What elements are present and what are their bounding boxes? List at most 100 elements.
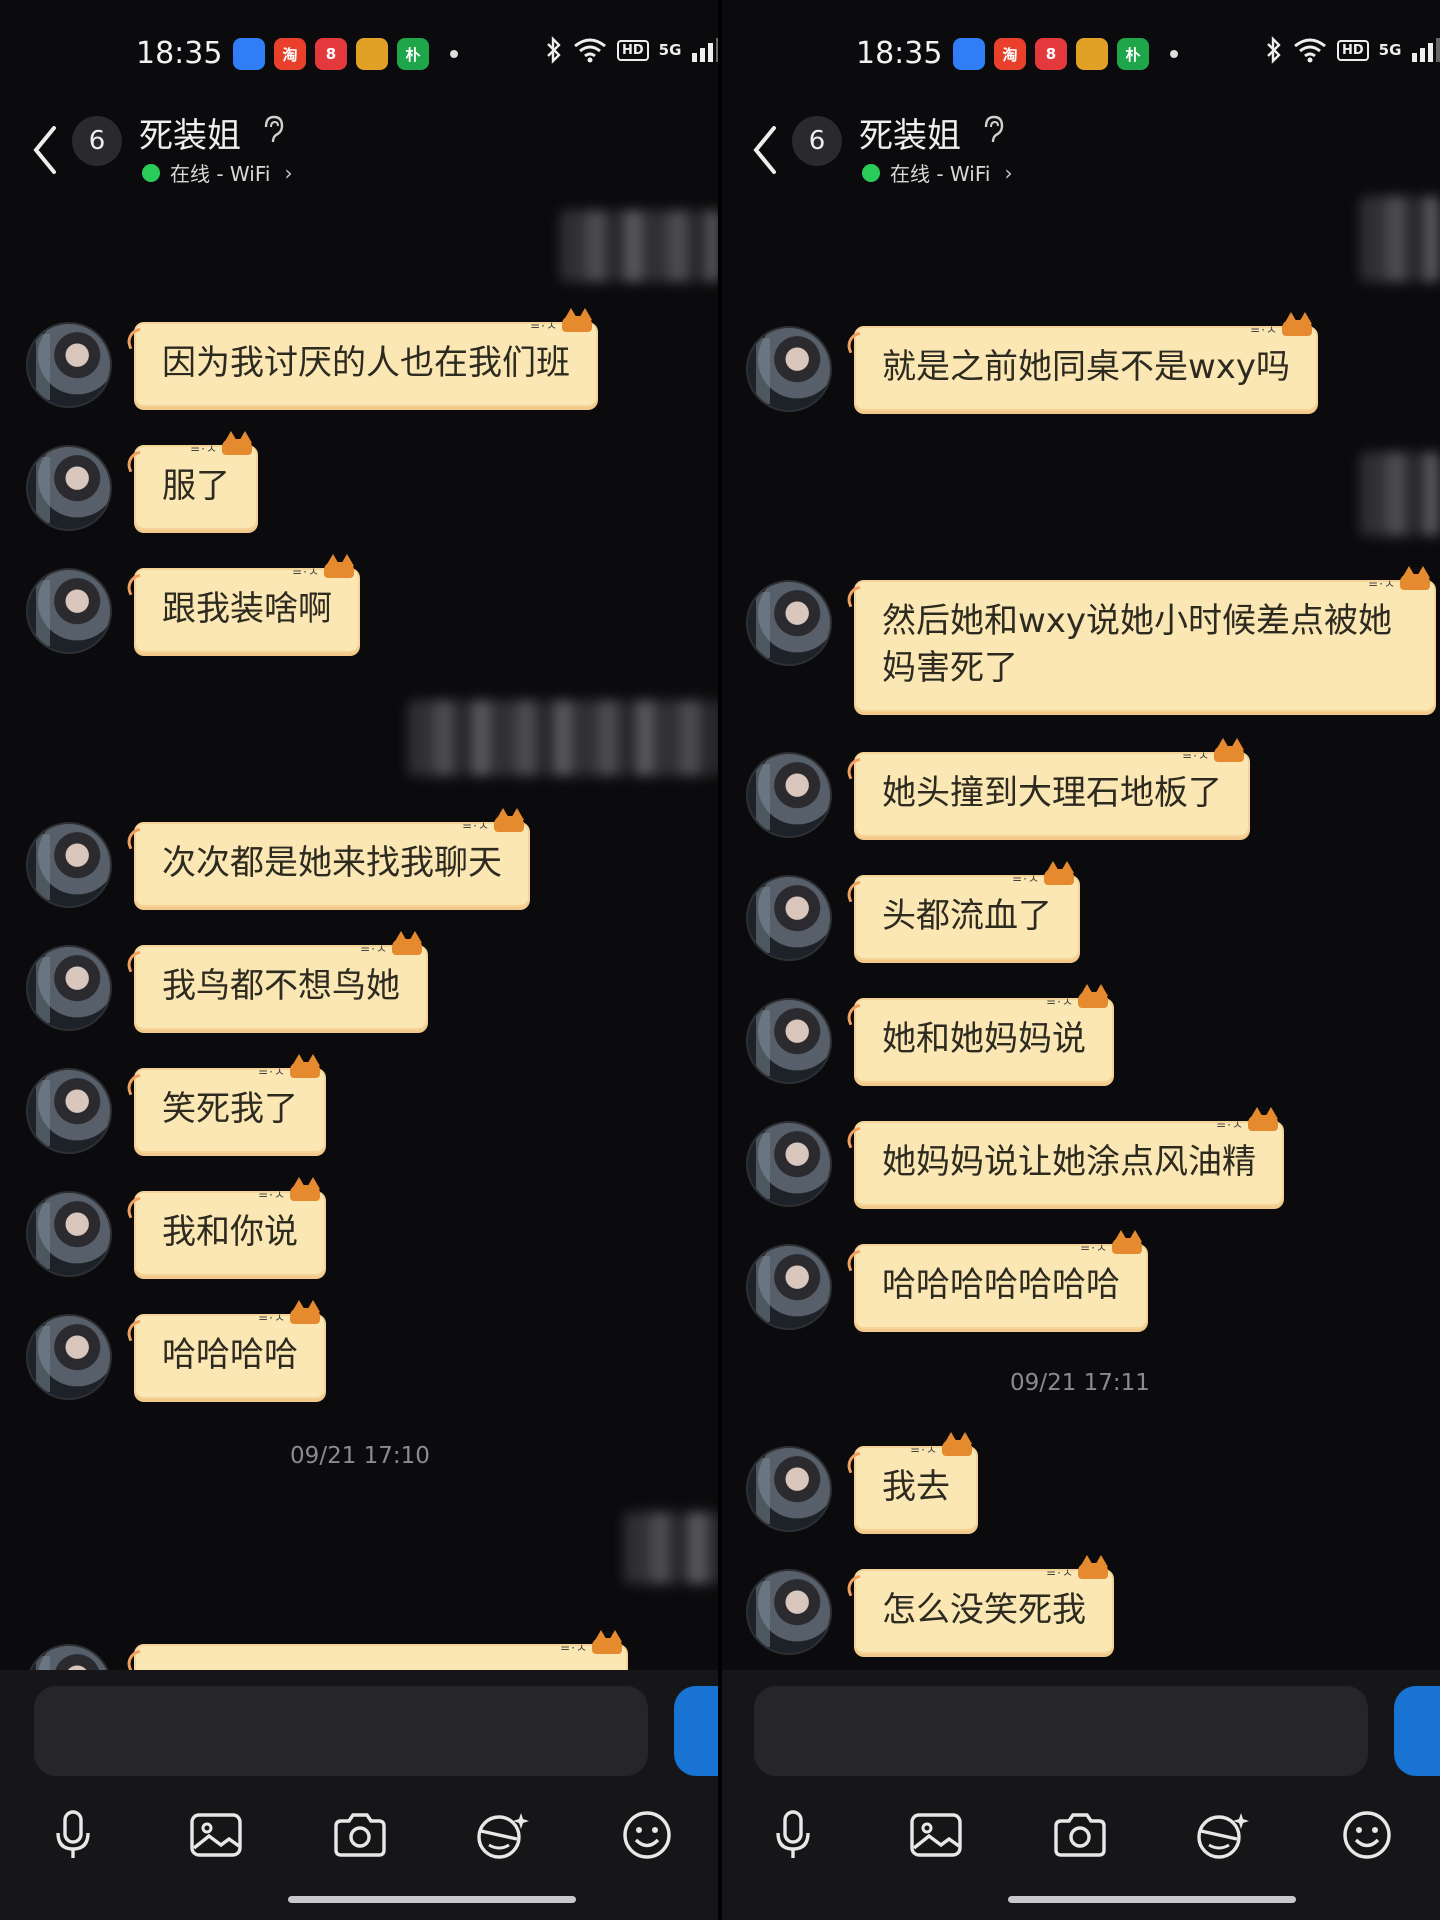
camera-icon[interactable]: [1045, 1800, 1115, 1870]
message-row: =·ㅅ 就是之前她同桌不是wxy吗: [746, 312, 1319, 412]
unread-count-badge[interactable]: 6: [792, 116, 842, 166]
message-input[interactable]: [754, 1686, 1368, 1776]
message-bubble[interactable]: =·ㅅ 她头撞到大理石地板了: [854, 738, 1250, 837]
blurred-outgoing-message: [560, 210, 720, 282]
chat-panel-right: 18:35 淘 8 朴 HD 5G 6 死装姐 在线 - WiFi › =·ㅅ就…: [720, 0, 1440, 1920]
message-row: =·ㅅ 次次都是她来找我聊天: [26, 808, 530, 908]
microphone-icon[interactable]: [758, 1800, 828, 1870]
ear-icon[interactable]: [982, 115, 1004, 145]
avatar[interactable]: [26, 1068, 112, 1154]
message-bubble[interactable]: =·ㅅ 哈哈哈哈: [134, 1300, 326, 1399]
message-row: =·ㅅ 她妈妈说让她涂点风油精: [746, 1107, 1284, 1207]
message-bubble[interactable]: =·ㅅ 因为我讨厌的人也在我们班: [134, 308, 598, 407]
contact-name[interactable]: 死装姐: [859, 108, 961, 157]
cat-ears-icon: [286, 1300, 322, 1326]
ear-icon[interactable]: [262, 115, 284, 145]
app-blue-icon: [233, 38, 265, 70]
avatar[interactable]: [26, 945, 112, 1031]
cat-ears-icon: [588, 1630, 624, 1656]
avatar[interactable]: [26, 1191, 112, 1277]
avatar[interactable]: [746, 326, 832, 412]
sticker-icon[interactable]: [467, 1800, 537, 1870]
status-time: 18:35: [856, 36, 943, 71]
avatar[interactable]: [746, 998, 832, 1084]
message-row: =·ㅅ 我去: [746, 1432, 978, 1532]
emoji-icon[interactable]: [1332, 1800, 1402, 1870]
cat-face-icon: =·ㅅ: [530, 319, 558, 333]
cat-face-icon: =·ㅅ: [258, 1065, 286, 1079]
network-type: 5G: [1378, 41, 1402, 59]
avatar[interactable]: [746, 1244, 832, 1330]
message-bubble[interactable]: =·ㅅ 怎么没笑死我: [854, 1555, 1114, 1654]
app-blue-icon: [953, 38, 985, 70]
microphone-icon[interactable]: [38, 1800, 108, 1870]
message-bubble[interactable]: =·ㅅ 她和她妈妈说: [854, 984, 1114, 1083]
message-bubble[interactable]: =·ㅅ 我和你说: [134, 1177, 326, 1276]
notification-dot: [1170, 50, 1178, 58]
home-indicator[interactable]: [288, 1896, 576, 1903]
message-bubble[interactable]: =·ㅅ 然后她和wxy说她小时候差点被她妈害死了: [854, 566, 1436, 712]
online-status-text: 在线 - WiFi: [890, 162, 991, 186]
image-icon[interactable]: [901, 1800, 971, 1870]
back-arrow-icon[interactable]: [28, 122, 64, 178]
online-status[interactable]: 在线 - WiFi ›: [862, 158, 1012, 187]
cat-ears-icon: [286, 1177, 322, 1203]
message-bubble[interactable]: =·ㅅ 次次都是她来找我聊天: [134, 808, 530, 907]
avatar[interactable]: [746, 580, 832, 666]
message-row: =·ㅅ 她头撞到大理石地板了: [746, 738, 1250, 838]
avatar[interactable]: [746, 875, 832, 961]
send-button[interactable]: [674, 1686, 720, 1776]
status-bar: 18:35 淘 8 朴 HD 5G: [720, 0, 1440, 110]
sticker-icon[interactable]: [1187, 1800, 1257, 1870]
message-input[interactable]: [34, 1686, 648, 1776]
cat-face-icon: =·ㅅ: [1012, 872, 1040, 886]
avatar[interactable]: [746, 1569, 832, 1655]
home-indicator[interactable]: [1008, 1896, 1296, 1903]
chat-panel-left: 18:35 淘 8 朴 HD 5G 6 死装姐 在线 - WiFi › =·ㅅ因…: [0, 0, 720, 1920]
camera-icon[interactable]: [325, 1800, 395, 1870]
cat-ears-icon: [1396, 566, 1432, 592]
cat-ears-icon: [490, 808, 526, 834]
emoji-icon[interactable]: [612, 1800, 682, 1870]
bluetooth-icon: [547, 36, 561, 64]
chevron-right-icon: ›: [284, 160, 293, 185]
avatar[interactable]: [26, 445, 112, 531]
message-bubble[interactable]: =·ㅅ 我去: [854, 1432, 978, 1531]
avatar[interactable]: [26, 822, 112, 908]
avatar[interactable]: [26, 568, 112, 654]
wifi-icon: [1294, 38, 1326, 63]
message-bubble[interactable]: =·ㅅ 服了: [134, 431, 258, 530]
blurred-outgoing-message: [408, 700, 720, 776]
online-status[interactable]: 在线 - WiFi ›: [142, 158, 292, 187]
notification-dot: [450, 50, 458, 58]
cat-face-icon: =·ㅅ: [1182, 749, 1210, 763]
image-icon[interactable]: [181, 1800, 251, 1870]
contact-name[interactable]: 死装姐: [139, 108, 241, 157]
avatar[interactable]: [746, 1121, 832, 1207]
message-bubble[interactable]: =·ㅅ 跟我装啥啊: [134, 554, 360, 653]
message-row: =·ㅅ 她和她妈妈说: [746, 984, 1114, 1084]
message-bubble[interactable]: =·ㅅ 哈哈哈哈哈哈哈: [854, 1230, 1148, 1329]
avatar[interactable]: [746, 752, 832, 838]
message-bubble[interactable]: =·ㅅ 头都流血了: [854, 861, 1080, 960]
message-bubble[interactable]: =·ㅅ 就是之前她同桌不是wxy吗: [854, 312, 1319, 411]
notification-app-icons: 淘 8 朴: [953, 38, 1178, 70]
message-bubble[interactable]: =·ㅅ 她妈妈说让她涂点风油精: [854, 1107, 1284, 1206]
cat-face-icon: =·ㅅ: [1368, 577, 1396, 591]
send-button[interactable]: [1394, 1686, 1440, 1776]
avatar[interactable]: [26, 1314, 112, 1400]
cat-ears-icon: [1278, 312, 1314, 338]
cat-face-icon: =·ㅅ: [560, 1641, 588, 1655]
avatar[interactable]: [746, 1446, 832, 1532]
unread-count-badge[interactable]: 6: [72, 116, 122, 166]
system-icons: HD 5G: [545, 36, 720, 64]
message-bubble[interactable]: =·ㅅ 笑死我了: [134, 1054, 326, 1153]
message-bubble[interactable]: =·ㅅ 我鸟都不想鸟她: [134, 931, 428, 1030]
back-arrow-icon[interactable]: [748, 122, 784, 178]
message-row: =·ㅅ 我和你说: [26, 1177, 326, 1277]
cat-ears-icon: [388, 931, 424, 957]
message-row: =·ㅅ 服了: [26, 431, 258, 531]
pinduoduo-icon: 8: [1035, 38, 1067, 70]
app-yellow-icon: [356, 38, 388, 70]
avatar[interactable]: [26, 322, 112, 408]
